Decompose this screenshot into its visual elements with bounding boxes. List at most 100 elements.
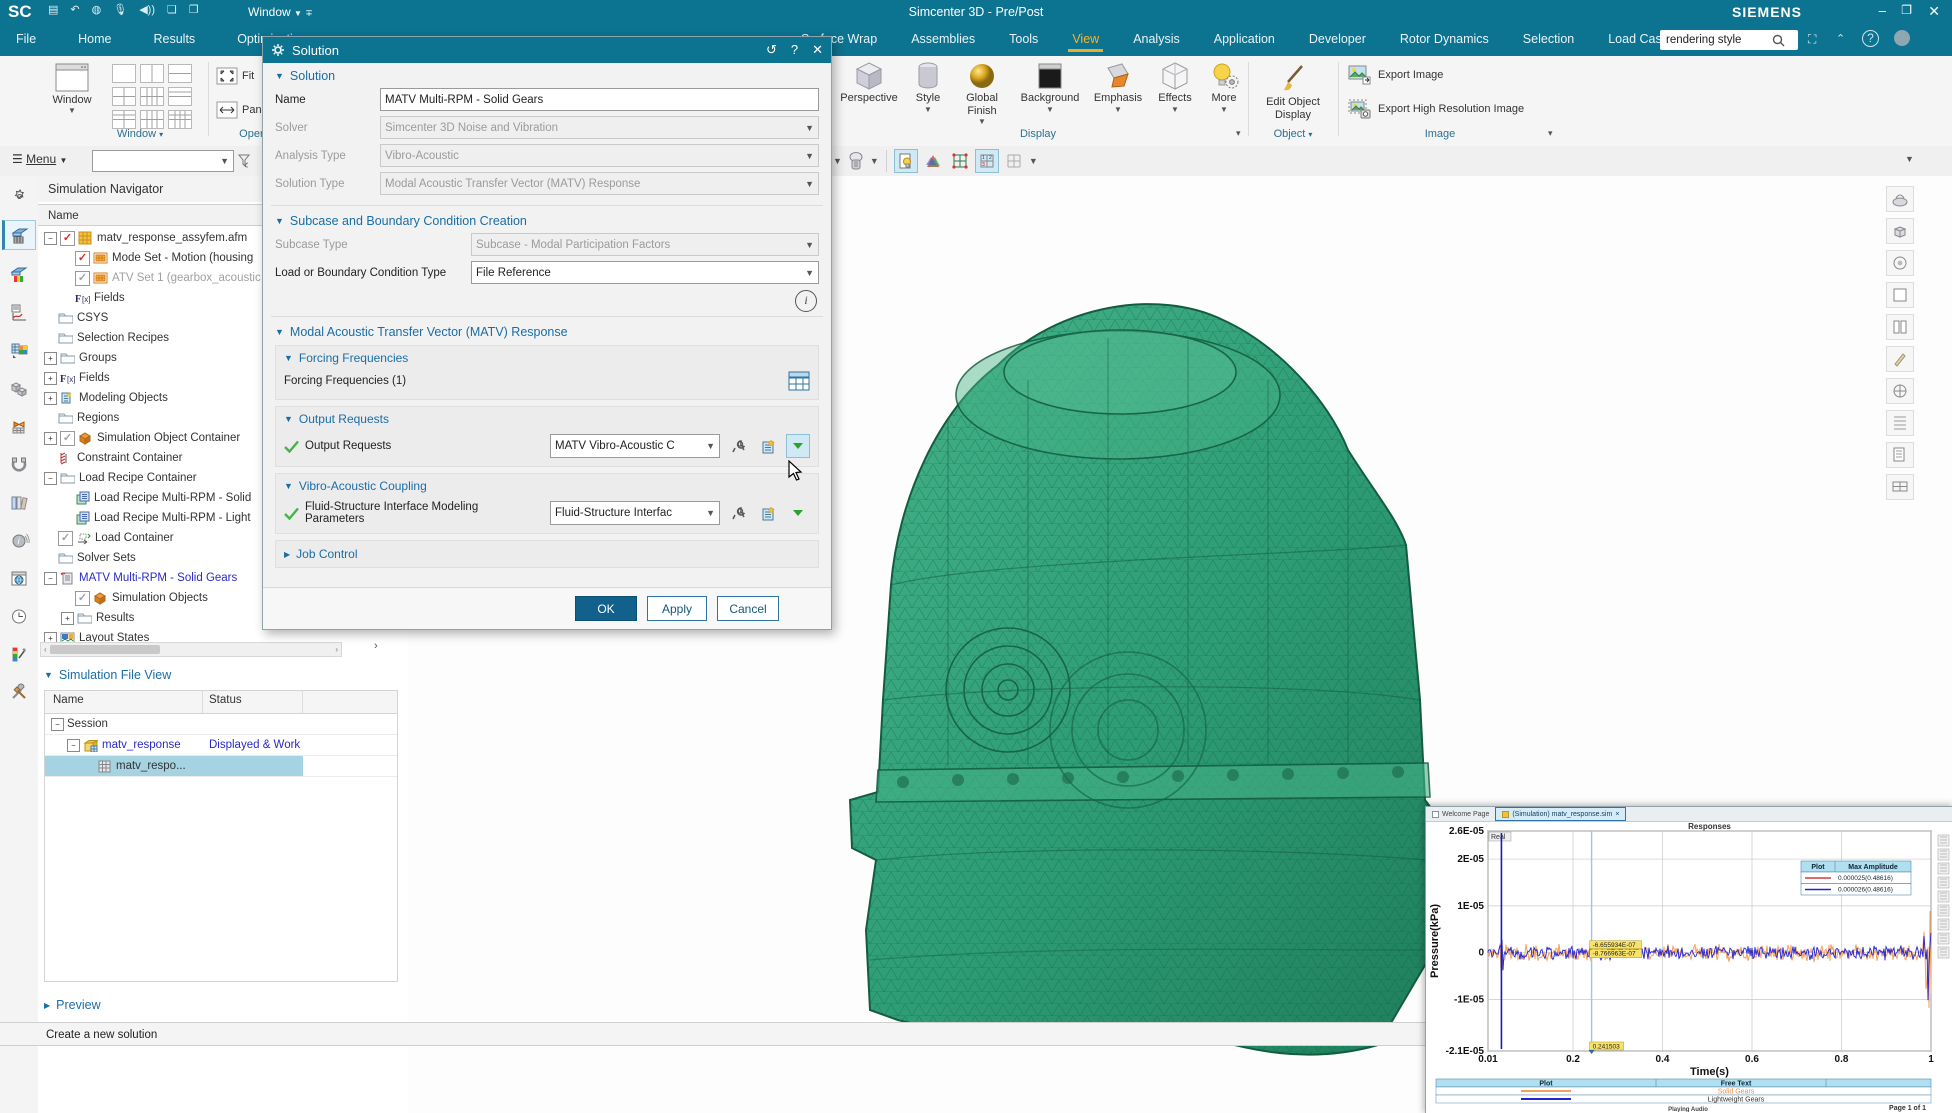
constraint-clamp-icon[interactable] xyxy=(4,450,34,478)
viewport-tool-7-icon[interactable] xyxy=(1886,378,1914,404)
gearbox-model[interactable] xyxy=(828,260,1488,1110)
section-subcase[interactable]: ▼Subcase and Boundary Condition Creation xyxy=(275,214,819,228)
background-button[interactable]: Background▼ xyxy=(1013,60,1087,126)
global-finish-button[interactable]: Global Finish▼ xyxy=(951,60,1013,126)
tab-close-icon[interactable]: × xyxy=(1615,811,1619,818)
tab-results[interactable]: Results xyxy=(150,26,200,52)
settings-gear-icon[interactable] xyxy=(4,182,34,210)
viewport-tool-6-icon[interactable] xyxy=(1886,346,1914,372)
tab-view[interactable]: View xyxy=(1068,26,1103,52)
window-layout-option-6[interactable] xyxy=(168,87,192,106)
tree-checkbox[interactable]: ✓ xyxy=(60,431,75,446)
selection-scope-combo[interactable]: ▼ xyxy=(92,150,234,172)
grid-display-icon[interactable] xyxy=(1002,149,1026,173)
lighting-page-icon[interactable] xyxy=(894,149,918,173)
plot-window[interactable]: Welcome Page (Simulation) matv_response.… xyxy=(1425,806,1952,1113)
dialog-help-icon[interactable]: ? xyxy=(791,42,798,58)
simulation-navigator-icon[interactable] xyxy=(2,220,36,250)
section-matv-response[interactable]: ▼Modal Acoustic Transfer Vector (MATV) R… xyxy=(275,325,819,339)
render-style-icon[interactable] xyxy=(847,151,865,171)
help-icon[interactable]: ? xyxy=(1862,30,1879,47)
perspective-button[interactable]: Perspective xyxy=(833,60,905,126)
fem-navigator-icon[interactable] xyxy=(4,412,34,440)
tab-welcome-page[interactable]: Welcome Page xyxy=(1426,807,1495,821)
job-control-card[interactable]: ▶Job Control xyxy=(275,540,819,568)
navigator-hscrollbar[interactable]: ‹ › xyxy=(40,642,342,657)
tab-developer[interactable]: Developer xyxy=(1305,26,1370,52)
command-search-box[interactable] xyxy=(1660,30,1798,50)
edit-object-display-button[interactable]: Edit Object Display xyxy=(1256,62,1330,121)
emphasis-button[interactable]: Emphasis▼ xyxy=(1087,60,1149,126)
customize-tools-icon[interactable] xyxy=(4,678,34,706)
solution-dialog[interactable]: Solution ↺ ? ✕ ▼Solution NameMATV Multi-… xyxy=(262,36,832,630)
window-layout-option-2[interactable] xyxy=(140,64,164,83)
viewport-tool-9-icon[interactable] xyxy=(1886,442,1914,468)
file-view-col-status[interactable]: Status xyxy=(203,691,303,713)
tree-expand-toggle[interactable]: + xyxy=(61,612,74,625)
tab-file[interactable]: File xyxy=(12,26,40,52)
edit-modeling-object-button[interactable] xyxy=(726,501,750,525)
create-modeling-object-button[interactable] xyxy=(756,434,780,458)
preview-header[interactable]: ▶Preview xyxy=(44,998,101,1012)
scrollbar-thumb[interactable] xyxy=(50,645,160,654)
window-layout-option-7[interactable] xyxy=(112,110,136,129)
viewport-tool-10-icon[interactable] xyxy=(1886,474,1914,500)
viewport-tool-2-icon[interactable] xyxy=(1886,218,1914,244)
responses-chart[interactable]: 2.6E-052E-051E-050-1E-05-2.1E-050.010.20… xyxy=(1426,821,1951,1112)
tree-expand-toggle[interactable]: − xyxy=(67,739,80,752)
cancel-button[interactable]: Cancel xyxy=(717,596,779,621)
information-icon[interactable]: i xyxy=(795,290,817,312)
image-group-dialog-launcher[interactable]: ▾ xyxy=(1548,128,1553,139)
dialog-reset-icon[interactable]: ↺ xyxy=(766,42,777,58)
tree-checkbox[interactable]: ✓ xyxy=(75,271,90,286)
toolbar-drop-icon[interactable]: ▼ xyxy=(833,156,842,166)
tree-expand-toggle[interactable]: − xyxy=(51,718,64,731)
name-input[interactable]: MATV Multi-RPM - Solid Gears xyxy=(380,88,819,111)
toolbar-drop-icon[interactable]: ▼ xyxy=(870,156,879,166)
window-layout-option-9[interactable] xyxy=(168,110,192,129)
pan-button[interactable]: Pan xyxy=(216,100,262,120)
tree-checkbox[interactable]: ✓ xyxy=(60,231,75,246)
create-modeling-object-button[interactable] xyxy=(756,501,780,525)
collapse-ribbon-icon[interactable]: ⌃ xyxy=(1836,32,1845,45)
effects-button[interactable]: Effects▼ xyxy=(1149,60,1201,126)
dialog-title-bar[interactable]: Solution ↺ ? ✕ xyxy=(263,37,831,63)
true-shading-icon[interactable] xyxy=(921,149,945,173)
window-layout-option-1[interactable] xyxy=(112,64,136,83)
tree-checkbox[interactable]: ✓ xyxy=(75,591,90,606)
ok-button[interactable]: OK xyxy=(575,596,637,621)
section-output-requests[interactable]: ▼Output Requests xyxy=(284,412,810,426)
scroll-right-icon[interactable]: › xyxy=(332,645,341,654)
display-group-dialog-launcher[interactable]: ▾ xyxy=(1236,128,1241,139)
forcing-frequencies-item[interactable]: Forcing Frequencies (1) xyxy=(284,375,406,387)
part-library-icon[interactable] xyxy=(4,488,34,516)
fsi-parameters-combo[interactable]: Fluid-Structure Interfac▼ xyxy=(550,501,720,525)
viewport-tool-1-icon[interactable] xyxy=(1886,186,1914,212)
window-layout-option-5[interactable] xyxy=(140,87,164,106)
search-icon[interactable] xyxy=(1772,34,1785,47)
style-button[interactable]: Style▼ xyxy=(905,60,951,126)
minimize-button[interactable]: ‒ xyxy=(1879,3,1886,18)
issue-info-icon[interactable]: i xyxy=(4,526,34,554)
panel-expand-icon[interactable]: › xyxy=(374,640,378,652)
export-high-res-image-button[interactable]: Export High Resolution Image xyxy=(1348,98,1524,120)
fit-button[interactable]: Fit xyxy=(216,66,254,86)
viewport-tool-4-icon[interactable] xyxy=(1886,282,1914,308)
tree-expand-toggle[interactable]: + xyxy=(44,372,57,385)
file-view-row-matv-response[interactable]: −matv_responseDisplayed & Work xyxy=(45,735,397,756)
scroll-left-icon[interactable]: ‹ xyxy=(41,645,50,654)
menu-button[interactable]: ☰ Menu ▼ xyxy=(12,152,67,166)
section-solution[interactable]: ▼Solution xyxy=(275,69,819,83)
node-labels-toggle-icon[interactable]: 123 xyxy=(975,149,999,173)
window-big-button[interactable]: Window▼ xyxy=(44,62,100,115)
tree-checkbox[interactable]: ✓ xyxy=(75,251,90,266)
dialog-close-icon[interactable]: ✕ xyxy=(812,42,823,58)
more-button[interactable]: More▼ xyxy=(1201,60,1247,126)
export-image-button[interactable]: Export Image xyxy=(1348,64,1443,86)
apply-button[interactable]: Apply xyxy=(647,596,707,621)
section-forcing-frequencies[interactable]: ▼Forcing Frequencies xyxy=(284,351,810,365)
toolbar-drop-icon[interactable]: ▼ xyxy=(1029,156,1038,166)
viewport-tool-3-icon[interactable] xyxy=(1886,250,1914,276)
toolbar-overflow-icon[interactable]: ▼ xyxy=(1905,154,1914,164)
tab-home[interactable]: Home xyxy=(74,26,115,52)
